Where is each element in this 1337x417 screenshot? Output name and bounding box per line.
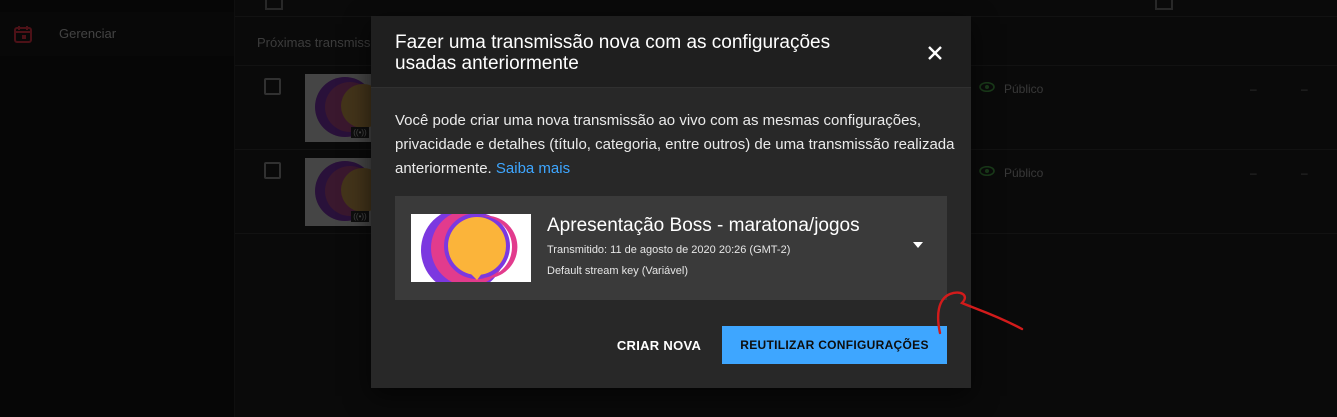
dialog-title: Fazer uma transmissão nova com as config… xyxy=(395,32,831,74)
annotation-scribble xyxy=(936,291,1024,335)
stream-date: Transmitido: 11 de agosto de 2020 20:26 … xyxy=(547,244,791,256)
chevron-down-icon[interactable] xyxy=(913,242,923,248)
close-icon[interactable] xyxy=(921,39,949,67)
description-text: Você pode criar uma nova transmissão ao … xyxy=(395,112,955,177)
learn-more-link[interactable]: Saiba mais xyxy=(496,160,570,177)
reuse-settings-dialog: Fazer uma transmissão nova com as config… xyxy=(371,16,971,388)
stream-title: Apresentação Boss - maratona/jogos xyxy=(547,215,860,236)
reuse-settings-button[interactable]: REUTILIZAR CONFIGURAÇÕES xyxy=(722,326,947,364)
create-new-button[interactable]: CRIAR NOVA xyxy=(592,326,726,364)
dialog-header: Fazer uma transmissão nova com as config… xyxy=(371,16,971,88)
dialog-description: Você pode criar uma nova transmissão ao … xyxy=(395,109,955,181)
previous-stream-select[interactable]: Apresentação Boss - maratona/jogos Trans… xyxy=(395,196,947,300)
stream-key: Default stream key (Variável) xyxy=(547,265,689,277)
stream-thumbnail xyxy=(411,214,531,282)
